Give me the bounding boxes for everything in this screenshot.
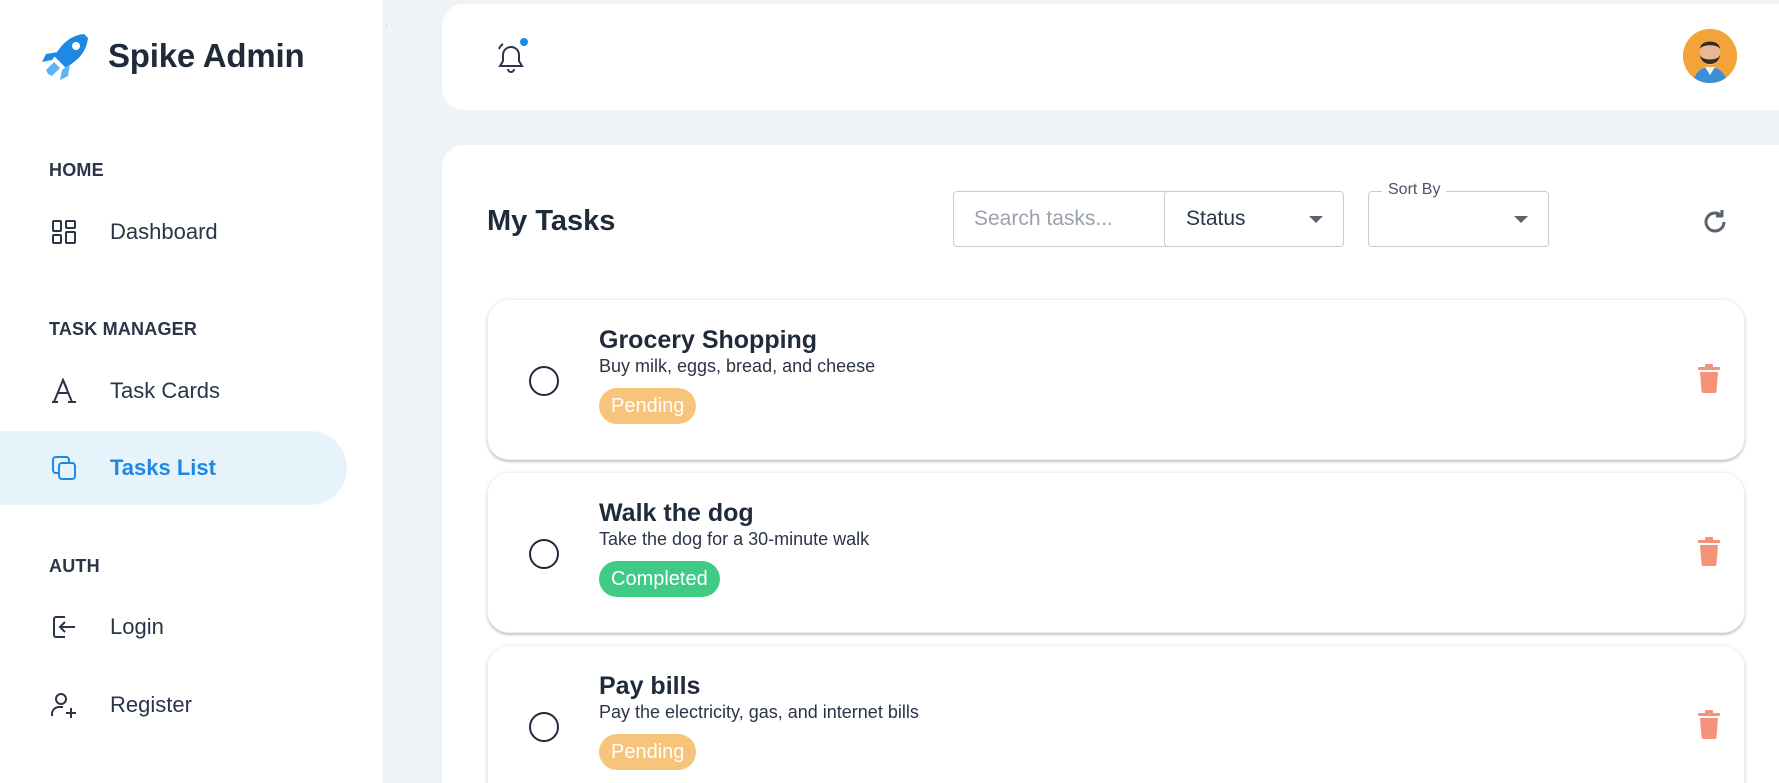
sort-by-select[interactable]: Sort By [1368,181,1549,247]
sidebar-item-label: Dashboard [110,219,218,244]
sidebar-item-label: Task Cards [110,378,221,403]
task-card[interactable]: Pay bills Pay the electricity, gas, and … [487,645,1745,783]
sidebar-item-label: Register [110,692,192,717]
dashboard-icon [48,216,80,248]
sidebar-item-dashboard[interactable]: Dashboard [0,195,347,269]
brand[interactable]: Spike Admin [40,30,305,82]
status-badge: Pending [599,734,697,770]
sidebar-item-login[interactable]: Login [0,590,347,664]
chevron-down-icon [1514,216,1528,223]
task-description: Buy milk, eggs, bread, and cheese [599,356,876,376]
status-badge: Pending [599,388,697,424]
task-description: Take the dog for a 30-minute walk [599,529,870,549]
avatar[interactable] [1683,29,1737,83]
status-badge: Completed [599,561,720,597]
nav-section-task-manager: TASK MANAGER [49,319,198,339]
topbar [442,4,1779,110]
task-complete-radio[interactable] [529,539,559,569]
status-select-value: Status [1186,207,1246,230]
sidebar-item-task-cards[interactable]: Task Cards [0,354,347,428]
task-title: Pay bills [599,672,701,700]
task-description: Pay the electricity, gas, and internet b… [599,702,919,722]
refresh-icon[interactable] [1700,207,1730,237]
login-icon [48,611,80,643]
user-plus-icon [48,689,80,721]
sidebar-item-label: Login [110,614,164,639]
scroll-up-arrow-icon[interactable] [386,18,387,26]
task-complete-radio[interactable] [529,366,559,396]
trash-icon[interactable] [1698,363,1720,393]
trash-icon[interactable] [1698,536,1720,566]
sidebar: Spike Admin HOME Dashboard TASK MANAGER … [0,0,387,783]
notification-dot [518,36,530,48]
page-title: My Tasks [487,205,616,237]
nav-section-auth: AUTH [49,556,100,576]
task-title: Walk the dog [599,499,754,527]
trash-icon[interactable] [1698,709,1720,739]
sort-by-label: Sort By [1382,181,1447,199]
tasks-panel: My Tasks Status Sort By Grocery Shopping… [442,145,1779,783]
sidebar-item-label: Tasks List [110,455,216,480]
sidebar-item-register[interactable]: Register [0,668,347,742]
chevron-down-icon [1309,216,1323,223]
typography-icon [48,375,80,407]
rocket-logo-icon [40,30,92,82]
task-complete-radio[interactable] [529,712,559,742]
nav-section-home: HOME [49,160,104,180]
copy-icon [48,452,80,484]
brand-name: Spike Admin [108,37,305,74]
task-card[interactable]: Grocery Shopping Buy milk, eggs, bread, … [487,299,1745,460]
task-title: Grocery Shopping [599,326,818,354]
sidebar-item-tasks-list[interactable]: Tasks List [0,431,347,505]
sidebar-scrollbar[interactable] [383,0,387,783]
status-select[interactable]: Status [1164,191,1344,247]
task-card[interactable]: Walk the dog Take the dog for a 30-minut… [487,472,1745,633]
